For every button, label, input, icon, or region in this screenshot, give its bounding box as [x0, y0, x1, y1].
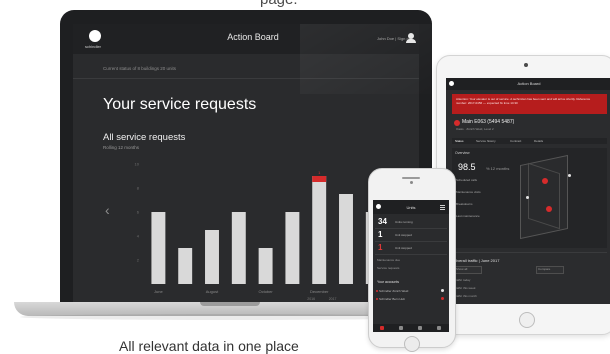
location-marker-icon[interactable]: [568, 174, 571, 177]
logo-text: schindler: [85, 44, 102, 49]
y-tick-label: 6: [137, 210, 140, 215]
bar[interactable]: [151, 212, 166, 284]
stat-label: Maintenance visits: [456, 190, 481, 194]
x-tick-label: June: [154, 289, 163, 294]
status-dot-icon: [376, 290, 378, 292]
count-label: Unit stopped: [395, 246, 412, 250]
data-label: 1: [318, 170, 321, 175]
menu-icon[interactable]: [440, 205, 445, 211]
tab-contract[interactable]: Contract: [510, 139, 521, 143]
chart-title: All service requests: [103, 132, 186, 143]
tab-requests-icon[interactable]: [418, 326, 422, 330]
top-caption: page.: [260, 0, 298, 8]
list-item: Traffic this month: [454, 294, 477, 298]
bar[interactable]: [285, 212, 300, 284]
count: 1: [378, 243, 383, 252]
count-label: Units running: [395, 220, 413, 224]
phone-camera: [410, 181, 413, 184]
x-tick-label: December: [310, 289, 329, 294]
section-label[interactable]: Maintenance due: [377, 258, 400, 262]
y-tick-label: 4: [137, 234, 140, 239]
list-item[interactable]: 34 Units running: [375, 216, 447, 229]
chevron-icon[interactable]: [441, 297, 444, 300]
tablet-app-title: Action Board: [517, 81, 541, 86]
phone-tab-bar: [373, 324, 449, 332]
stat-label: Last maintenance: [456, 214, 480, 218]
status-alert-icon: [454, 120, 460, 126]
tab-service-history[interactable]: Service history: [476, 139, 496, 143]
bar[interactable]: [178, 248, 193, 284]
laptop-notch: [200, 302, 260, 306]
section-label[interactable]: Service requests: [377, 266, 399, 270]
chevron-icon[interactable]: [441, 289, 444, 292]
location-marker-icon[interactable]: [526, 196, 529, 199]
tab-details[interactable]: Details: [534, 139, 543, 143]
stat-label: Scheduled calls: [456, 178, 478, 182]
favorite-item[interactable]: Schindler Zürich Weid: [379, 289, 408, 293]
tablet-camera: [524, 63, 528, 67]
status-dot-icon: [376, 298, 378, 300]
chart-subtitle: Rolling 12 months: [103, 145, 140, 150]
x-tick-label: October: [258, 289, 273, 294]
x-tick-label: August: [206, 289, 219, 294]
count: 1: [378, 230, 383, 239]
favorites-title: Your accounts: [377, 280, 400, 284]
y-tick-label: 2: [137, 258, 140, 263]
bar[interactable]: [339, 194, 353, 284]
alert-marker-icon[interactable]: [546, 206, 552, 212]
count: 34: [378, 217, 387, 226]
bar[interactable]: [205, 230, 219, 284]
tab-settings-icon[interactable]: [437, 326, 441, 330]
list-item[interactable]: 1 Unit stopped: [375, 229, 447, 242]
chevron-left-icon[interactable]: ‹: [105, 202, 110, 218]
page-title: Your service requests: [103, 96, 257, 113]
overview-label: Overview: [455, 151, 470, 155]
count-label: Unit stopped: [395, 233, 412, 237]
list-item: Traffic today: [454, 278, 471, 282]
button-label: Compare: [538, 267, 551, 271]
divider: [452, 252, 607, 253]
phone-speaker: [402, 177, 420, 179]
phone-app-title: Units: [406, 205, 416, 210]
availability-value: 98.5: [458, 162, 476, 172]
year-label: 2016: [307, 297, 315, 301]
tablet-home-button[interactable]: [519, 312, 535, 328]
phone-screen: Units 34 Units running 1 Unit stopped 1 …: [373, 200, 449, 332]
subheader: Current status of 8 buildings 20 units: [103, 66, 177, 71]
elevator-shaft-inner: [528, 162, 560, 230]
logo-icon[interactable]: [89, 30, 101, 42]
tablet-screen: Action Board Attention: Your elevator is…: [446, 78, 610, 304]
bar[interactable]: [231, 212, 246, 284]
year-label: 2017: [329, 297, 337, 301]
favorite-item[interactable]: Schindler Bern Hub: [379, 297, 405, 301]
tablet-logo-icon[interactable]: [449, 81, 454, 86]
screen-glare: [300, 24, 450, 94]
y-tick-label: 8: [137, 186, 140, 191]
button-label: Show all: [456, 267, 468, 271]
machine-location: Oasis · Zürich Weid, Level 2: [456, 127, 494, 131]
alert-text: Attention: Your elevator is out of servi…: [456, 97, 591, 105]
list-item[interactable]: 1 Unit stopped: [375, 242, 447, 255]
traffic-title: Overall traffic | June 2017: [454, 258, 500, 263]
stat-label: Breakdowns: [456, 202, 473, 206]
tab-home-icon[interactable]: [380, 326, 384, 330]
availability-unit: % 12 months: [486, 166, 510, 171]
machine-title: Main E063 (5494 5487): [462, 119, 515, 125]
y-tick-label: 10: [135, 162, 140, 167]
tab-units-icon[interactable]: [399, 326, 403, 330]
list-item: Traffic this week: [454, 286, 476, 290]
app-title: Action Board: [227, 32, 279, 42]
tab-status[interactable]: Status: [455, 139, 464, 143]
tablet-tab-bar: Status Service history Contract Details: [452, 138, 607, 144]
bar[interactable]: [312, 176, 327, 284]
bar-highlight[interactable]: [312, 176, 327, 182]
bar[interactable]: [258, 248, 273, 284]
alert-marker-icon[interactable]: [542, 178, 548, 184]
phone-logo-icon[interactable]: [376, 204, 381, 209]
bottom-caption: All relevant data in one place: [119, 338, 299, 354]
phone-home-button[interactable]: [404, 336, 420, 352]
